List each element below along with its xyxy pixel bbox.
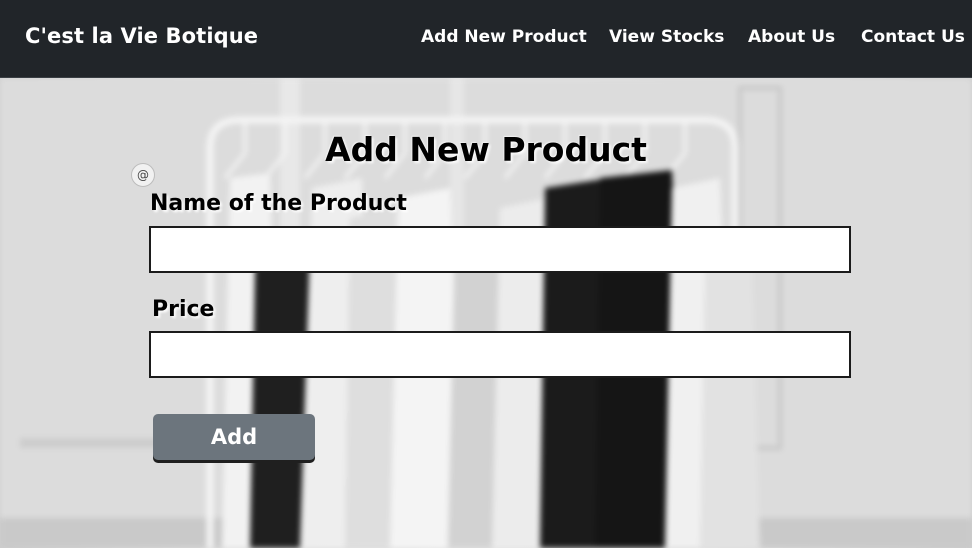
navbar: C'est la Vie Botique Add New Product Vie… xyxy=(0,0,972,78)
nav-link-contact-us[interactable]: Contact Us xyxy=(861,27,965,47)
at-sign-icon[interactable]: @ xyxy=(131,163,155,187)
add-button[interactable]: Add xyxy=(153,414,315,460)
nav-link-add-new-product[interactable]: Add New Product xyxy=(421,27,587,47)
price-label: Price xyxy=(152,297,215,322)
nav-link-about-us[interactable]: About Us xyxy=(748,27,835,47)
price-input[interactable] xyxy=(149,331,851,378)
brand-logo-text[interactable]: C'est la Vie Botique xyxy=(25,24,258,48)
product-name-label: Name of the Product xyxy=(150,191,407,216)
product-name-input[interactable] xyxy=(149,226,851,273)
nav-link-view-stocks[interactable]: View Stocks xyxy=(609,27,724,47)
